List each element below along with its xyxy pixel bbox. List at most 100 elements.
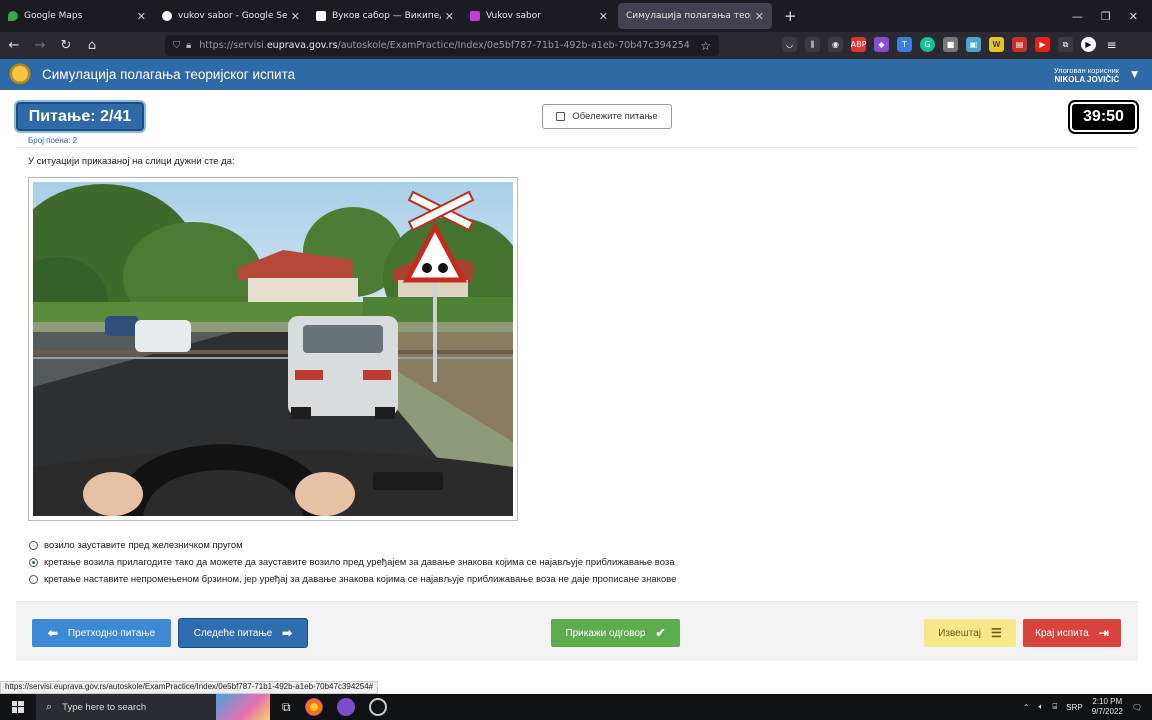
chevron-up-icon[interactable]: ⌃ [1023,703,1030,712]
lock-icon[interactable]: 🔒︎ [186,40,191,51]
forward-arrow-icon[interactable]: → [28,38,52,53]
mark-question-button[interactable]: Обележите питање [542,104,672,129]
browser-nav-bar: ← → ↻ ⌂ ⛉ 🔒︎ https://servisi.euprava.gov… [0,32,1152,59]
app-header: Симулација полагања теоријског испита Ул… [0,59,1152,90]
coat-of-arms-logo [9,62,31,87]
next-question-button[interactable]: Следеће питање ➡ [179,619,307,647]
tab-title: Google Maps [24,11,83,21]
library-icon[interactable]: ⫼ [805,37,820,52]
user-name: NIKOLA JOVIČIĆ [1054,74,1120,84]
extension-icon[interactable]: ▤ [1012,37,1027,52]
clock-date: 9/7/2022 [1091,707,1123,716]
question-text: У ситуацији приказаној на слици дужни ст… [28,156,235,167]
firefox-icon[interactable] [304,698,323,716]
extension-icon[interactable]: W [989,37,1004,52]
answer-text: возило зауставите пред железничком пруго… [44,540,243,551]
extension-icon[interactable]: ■ [943,37,958,52]
taskbar-apps: ⧉ [282,698,387,716]
user-label: Улогован корисник [1053,65,1120,75]
window-controls: — ❐ ✕ [1072,0,1152,32]
browser-tab-active[interactable]: Симулација полагања теоријског ✕ [618,3,772,29]
answer-option[interactable]: кретање наставите непромењеном брзином, … [29,571,676,588]
wikipedia-icon [316,11,326,21]
back-arrow-icon[interactable]: ← [2,38,26,53]
grammarly-icon[interactable]: G [920,37,935,52]
question-number-badge: Питање: 2/41 [16,102,144,131]
pocket-icon[interactable]: ◡ [782,37,797,52]
system-tray: ⌃ 🔈︎ ⌸ SRP 2:10 PM 9/7/2022 🗨︎ [1023,697,1152,717]
home-icon[interactable]: ⌂ [80,38,104,53]
speaker-icon[interactable]: 🔈︎ [1039,702,1044,712]
close-window-icon[interactable]: ✕ [1129,10,1138,23]
exit-icon: ⇥ [1098,626,1109,640]
task-view-icon[interactable]: ⧉ [282,700,291,715]
answer-text: кретање наставите непромењеном брзином, … [44,574,677,585]
reload-icon[interactable]: ↻ [54,38,78,53]
browser-tab[interactable]: Google Maps ✕ [0,0,154,32]
privacy-icon[interactable]: ◉ [828,37,843,52]
browser-tab[interactable]: Vukov sabor ✕ [462,0,616,32]
show-answer-button[interactable]: Прикажи одговор ✔ [551,619,680,647]
restore-icon[interactable]: ❐ [1101,10,1111,23]
app-icon [470,11,480,21]
end-exam-button[interactable]: Крај испита ⇥ [1023,619,1121,647]
checkbox-icon[interactable] [556,112,566,121]
address-bar[interactable]: ⛉ 🔒︎ https://servisi.euprava.gov.rs/auto… [165,35,719,56]
close-icon[interactable]: ✕ [291,10,300,23]
tab-title: vukov sabor - Google Search [178,11,287,21]
windows-start-icon[interactable] [0,701,36,713]
browser-tab[interactable]: vukov sabor - Google Search ✕ [154,0,308,32]
windows-taskbar: ⌕ Type here to search ⧉ ⌃ 🔈︎ ⌸ SRP 2:10 … [0,694,1152,720]
url-text: https://servisi.euprava.gov.rs/autoskole… [199,40,690,51]
previous-question-button[interactable]: ⬅ Претходно питање [32,619,171,647]
close-icon[interactable]: ✕ [137,10,146,23]
tab-title: Симулација полагања теоријског [626,11,751,21]
radio-button[interactable] [29,541,38,550]
taskbar-search[interactable]: ⌕ Type here to search [36,694,216,720]
browser-tab-bar: Google Maps ✕ vukov sabor - Google Searc… [0,0,1152,32]
shield-icon[interactable]: ⛉ [173,40,180,51]
arrow-right-icon: ➡ [282,626,293,640]
translate-icon[interactable]: T [897,37,912,52]
clock[interactable]: 2:10 PM 9/7/2022 [1092,697,1123,717]
extension-icons: ◡ ⫼ ◉ ABP ◆ T G ■ ▣ W ▤ ▶ ⧉ ▶ ≡ [782,37,1119,52]
radio-button-selected[interactable] [29,558,38,567]
arrow-left-icon: ⬅ [47,626,58,640]
play-icon[interactable]: ▶ [1081,37,1096,52]
answer-option-selected[interactable]: кретање возила прилагодите тако да может… [29,554,676,571]
browser-tab[interactable]: Вуков сабор — Википедија ✕ [308,0,462,32]
answer-list: возило зауставите пред железничком пруго… [29,537,676,588]
notification-icon[interactable]: 🗨︎ [1132,703,1142,712]
answer-text: кретање возила прилагодите тако да может… [44,557,675,568]
search-highlight-image[interactable] [216,694,270,720]
question-image [28,177,518,521]
clock-app-icon[interactable] [368,698,387,716]
clock-time: 2:10 PM [1092,697,1123,706]
divider [16,147,1138,148]
minimize-icon[interactable]: — [1072,10,1083,23]
footer-bar: ⬅ Претходно питање Следеће питање ➡ Прик… [16,601,1138,661]
user-menu[interactable]: Улогован корисник NIKOLA JOVIČIĆ [1054,66,1119,84]
menu-icon[interactable]: ≡ [1104,37,1119,52]
extension-icon[interactable]: ⧉ [1058,37,1073,52]
search-icon: ⌕ [46,700,53,713]
extension-icon[interactable]: ▣ [966,37,981,52]
new-tab-button[interactable]: + [774,0,807,32]
report-label: Извештај [938,627,982,639]
network-icon[interactable]: ⌸ [1052,702,1057,712]
close-icon[interactable]: ✕ [755,10,764,23]
report-button[interactable]: Извештај ☰ [924,619,1016,647]
chevron-down-icon[interactable]: ▼ [1131,70,1138,80]
extension-icon[interactable]: ◆ [874,37,889,52]
close-icon[interactable]: ✕ [445,10,454,23]
language-indicator[interactable]: SRP [1066,703,1082,712]
close-icon[interactable]: ✕ [599,10,608,23]
search-placeholder: Type here to search [62,701,147,713]
app-icon[interactable] [336,698,355,716]
answer-option[interactable]: возило зауставите пред железничком пруго… [29,537,676,554]
youtube-icon[interactable]: ▶ [1035,37,1050,52]
google-icon [162,11,172,21]
bookmark-star-icon[interactable]: ☆ [700,39,711,53]
adblock-icon[interactable]: ABP [851,37,866,52]
radio-button[interactable] [29,575,38,584]
